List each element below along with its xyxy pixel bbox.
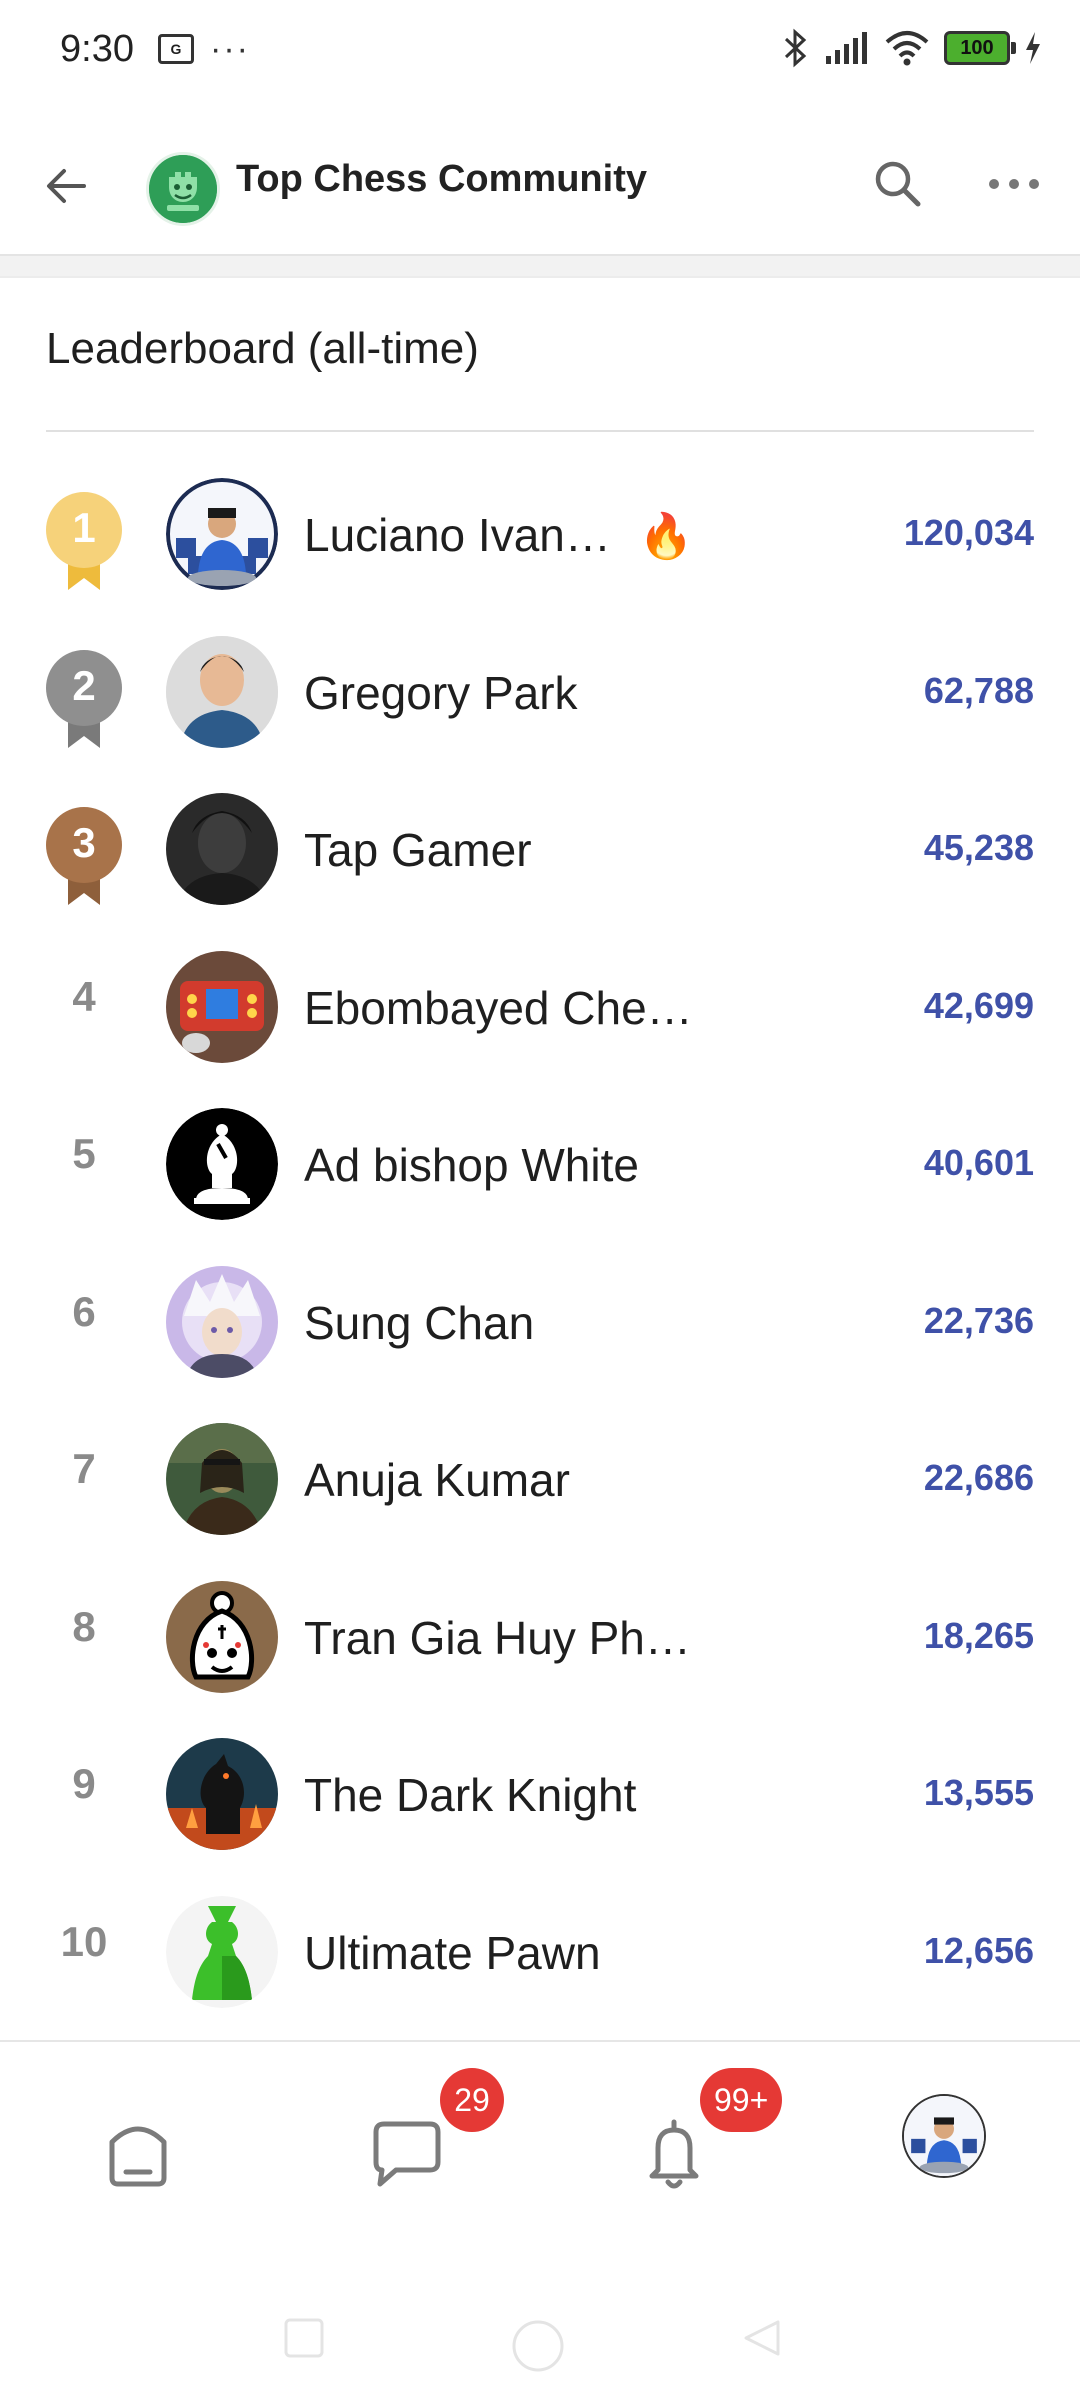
app-bar-divider (0, 254, 1080, 278)
user-score: 18,265 (923, 1614, 1034, 1656)
rank-number: 8 (72, 1602, 96, 1650)
rank-number: 7 (72, 1445, 96, 1492)
home-icon[interactable] (78, 2092, 198, 2212)
user-name: Gregory Park (304, 666, 578, 719)
home-button-icon[interactable] (508, 2316, 568, 2376)
leaderboard-row[interactable]: 1 Luciano Ivan… 🔥 120,034 (0, 456, 1080, 614)
signal-icon (826, 32, 867, 64)
user-name: The Dark Knight (304, 1769, 637, 1821)
back-button-icon[interactable] (740, 2316, 784, 2360)
user-name-text: Luciano Ivan… (304, 509, 611, 561)
community-logo (146, 152, 220, 226)
leaderboard-row[interactable]: 6 Sung Chan 22,736 (0, 1244, 1080, 1402)
avatar[interactable] (166, 1108, 278, 1220)
fire-icon: 🔥 (638, 512, 694, 561)
leaderboard-list: 1 Luciano Ivan… 🔥 120,034 2 Gregory Park… (0, 456, 1080, 2031)
user-name: Ad bishop White (304, 1139, 639, 1191)
rank-number: 2 (72, 661, 96, 709)
user-score: 22,736 (923, 1299, 1034, 1341)
sim-card-icon: G (158, 34, 194, 64)
charging-icon (1026, 32, 1040, 64)
more-options-icon[interactable] (982, 154, 1046, 214)
back-arrow-icon[interactable] (38, 156, 98, 216)
rank-number: 3 (72, 819, 96, 866)
user-name: Ebombayed Che… (304, 981, 693, 1034)
user-score: 22,686 (923, 1457, 1034, 1498)
user-score: 42,699 (923, 984, 1034, 1026)
avatar[interactable] (166, 1895, 278, 2008)
avatar[interactable] (166, 1265, 278, 1378)
user-name: Luciano Ivan… 🔥 (304, 508, 694, 562)
bottom-nav: 29 99+ (0, 2040, 1080, 2262)
avatar[interactable] (166, 950, 278, 1063)
leaderboard-divider (46, 430, 1034, 432)
user-name: Sung Chan (304, 1296, 535, 1349)
avatar[interactable] (166, 1423, 278, 1535)
leaderboard-row[interactable]: 10 Ultimate Pawn 12,656 (0, 1874, 1080, 2032)
bluetooth-icon (784, 28, 807, 68)
rank-number: 5 (72, 1130, 96, 1177)
leaderboard-row[interactable]: 9 The Dark Knight 13,555 (0, 1716, 1080, 1874)
app-bar: Top Chess Community (0, 118, 1080, 254)
status-left-icons: G ··· (158, 30, 250, 68)
notifications-badge: 99+ (700, 2068, 783, 2132)
chats-badge: 29 (440, 2068, 504, 2132)
leaderboard-heading: Leaderboard (all-time) (46, 324, 479, 373)
rank-number: 10 (60, 1917, 108, 1965)
status-time: 9:30 (60, 28, 134, 70)
search-icon[interactable] (868, 154, 928, 214)
avatar[interactable] (166, 478, 278, 590)
avatar[interactable] (166, 635, 278, 748)
avatar[interactable] (166, 793, 278, 905)
wifi-icon (885, 31, 929, 66)
avatar[interactable] (166, 1738, 278, 1850)
leaderboard-row[interactable]: 5 Ad bishop White 40,601 (0, 1086, 1080, 1244)
avatar[interactable] (166, 1580, 278, 1693)
status-more-icon: ··· (210, 30, 250, 68)
rank-number: 9 (72, 1760, 96, 1807)
status-bar: 9:30 G ··· 100 (0, 0, 1080, 104)
user-name: Tran Gia Huy Ph… (304, 1611, 691, 1664)
rank-number: 1 (72, 504, 96, 551)
user-name: Tap Gamer (304, 824, 532, 876)
profile-avatar[interactable] (902, 2094, 986, 2178)
user-name: Anuja Kumar (304, 1454, 570, 1506)
user-score: 12,656 (923, 1929, 1034, 1971)
status-right-icons: 100 (782, 28, 1042, 68)
page-title: Top Chess Community (236, 158, 647, 200)
user-score: 45,238 (923, 827, 1034, 868)
user-name: Ultimate Pawn (304, 1926, 601, 1979)
battery-icon: 100 (944, 31, 1016, 65)
leaderboard-row[interactable]: 3 Tap Gamer 45,238 (0, 771, 1080, 929)
recent-apps-icon[interactable] (282, 2316, 326, 2360)
leaderboard-row[interactable]: 2 Gregory Park 62,788 (0, 614, 1080, 772)
rank-number: 6 (72, 1287, 96, 1335)
leaderboard-row[interactable]: 4 Ebombayed Che… 42,699 (0, 929, 1080, 1087)
system-nav-bar (0, 2260, 1080, 2400)
leaderboard-row[interactable]: 7 Anuja Kumar 22,686 (0, 1401, 1080, 1559)
user-score: 13,555 (923, 1772, 1034, 1813)
rank-number: 4 (72, 972, 96, 1020)
leaderboard-row[interactable]: 8 Tran Gia Huy Ph… 18,265 (0, 1559, 1080, 1717)
user-score: 120,034 (903, 512, 1034, 553)
user-score: 40,601 (923, 1142, 1034, 1183)
user-score: 62,788 (923, 669, 1034, 711)
